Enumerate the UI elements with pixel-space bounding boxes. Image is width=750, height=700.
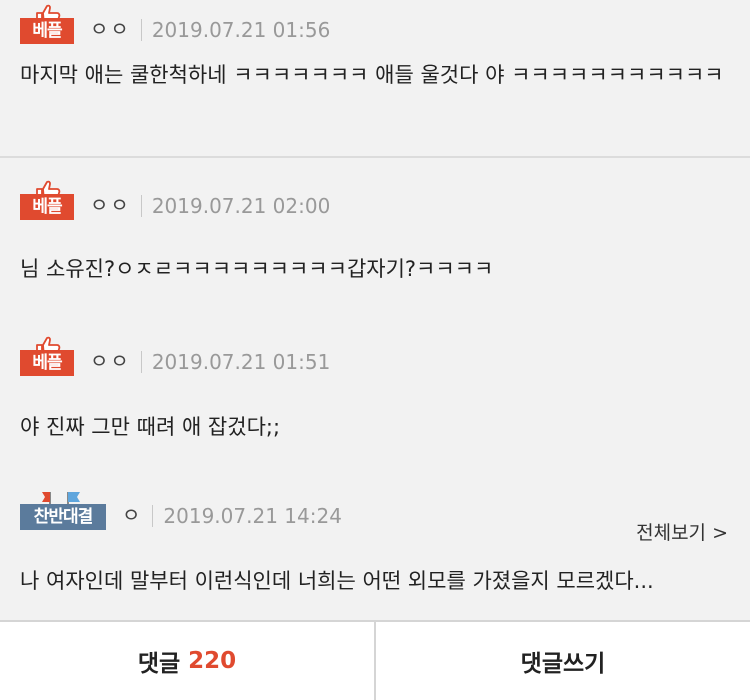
comments-label: 댓글	[137, 651, 181, 677]
comment-meta: 베플 ㅇㅇ 2019.07.21 02:00	[20, 180, 330, 220]
timestamp: 2019.07.21 14:24	[163, 504, 342, 528]
comment-text: 야 진짜 그만 때려 애 잡겄다;;	[20, 415, 281, 439]
comment-meta: 찬반대결 ㅇ 2019.07.21 14:24	[20, 490, 342, 530]
comments-button[interactable]: 댓글 220	[0, 622, 374, 700]
comment-item: 찬반대결 ㅇ 2019.07.21 14:24 전체보기 > 나 여자인데 말부…	[0, 466, 750, 620]
timestamp: 2019.07.21 01:51	[151, 350, 331, 374]
divider	[140, 19, 142, 41]
nickname[interactable]: ㅇㅇ	[90, 13, 131, 44]
best-reply-badge: 베플	[20, 4, 76, 44]
comment-text: 마지막 애는 쿨한척하네 ㅋㅋㅋㅋㅋㅋㅋ 애들 울것다 야 ㅋㅋㅋㅋㅋㅋㅋㅋㅋㅋ…	[20, 63, 724, 87]
timestamp: 2019.07.21 01:56	[151, 18, 331, 42]
comments-count: 220	[188, 648, 237, 674]
comment-text: 나 여자인데 말부터 이런식인데 너희는 어떤 외모를 가졌을지 모르겠다...	[20, 569, 654, 593]
badge-label: 베플	[20, 18, 74, 44]
timestamp: 2019.07.21 02:00	[151, 194, 331, 218]
divider	[140, 351, 142, 373]
comment-meta: 베플 ㅇㅇ 2019.07.21 01:51	[20, 336, 330, 376]
best-reply-badge: 베플	[20, 336, 76, 376]
view-all-link[interactable]: 전체보기 >	[636, 518, 728, 545]
badge-label: 베플	[20, 350, 74, 376]
best-reply-badge: 베플	[20, 180, 76, 220]
comment-meta: 베플 ㅇㅇ 2019.07.21 01:56	[20, 4, 330, 44]
divider	[152, 505, 154, 527]
comment-text: 님 소유진?ㅇㅈㄹㅋㅋㅋㅋㅋㅋㅋㅋㅋ갑자기?ㅋㅋㅋㅋ	[20, 257, 494, 281]
comment-item: 베플 ㅇㅇ 2019.07.21 02:00 님 소유진?ㅇㅈㄹㅋㅋㅋㅋㅋㅋㅋㅋ…	[0, 158, 750, 314]
comment-item: 베플 ㅇㅇ 2019.07.21 01:51 야 진짜 그만 때려 애 잡겄다;…	[0, 312, 750, 468]
nickname[interactable]: ㅇㅇ	[90, 189, 131, 220]
badge-label: 베플	[20, 194, 74, 220]
badge-label: 찬반대결	[20, 504, 106, 530]
write-comment-button[interactable]: 댓글쓰기	[374, 622, 750, 700]
comment-list: 베플 ㅇㅇ 2019.07.21 01:56 마지막 애는 쿨한척하네 ㅋㅋㅋㅋ…	[0, 0, 750, 620]
versus-badge: 찬반대결	[20, 490, 108, 530]
bottom-action-bar: 댓글 220 댓글쓰기	[0, 620, 750, 700]
comment-item: 베플 ㅇㅇ 2019.07.21 01:56 마지막 애는 쿨한척하네 ㅋㅋㅋㅋ…	[0, 0, 750, 158]
write-comment-label: 댓글쓰기	[520, 651, 606, 677]
divider	[140, 195, 142, 217]
nickname[interactable]: ㅇㅇ	[90, 345, 131, 376]
nickname[interactable]: ㅇ	[122, 499, 142, 530]
